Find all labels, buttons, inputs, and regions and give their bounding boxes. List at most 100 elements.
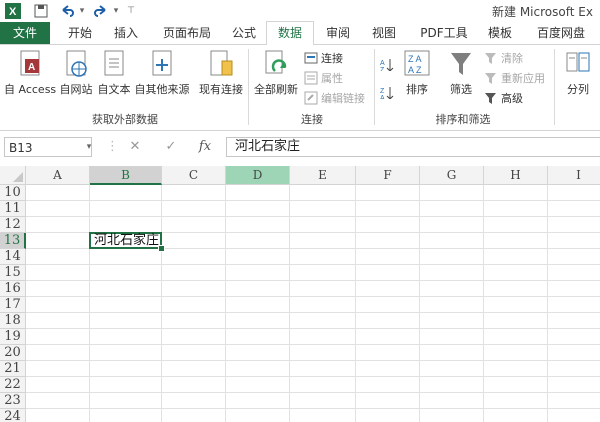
row-header-20[interactable]: 20 — [0, 345, 26, 361]
sort-ascending-button[interactable]: AZ — [380, 55, 397, 73]
row-header-18[interactable]: 18 — [0, 313, 26, 329]
save-icon[interactable] — [32, 3, 50, 19]
fill-handle[interactable] — [158, 245, 165, 252]
ribbon: A 自 Access 自网站 自文本 自其他来源 现有连接 获取外部数据 全部刷… — [0, 45, 600, 131]
group-separator — [554, 49, 555, 125]
row-header-16[interactable]: 16 — [0, 281, 26, 297]
row-header-13[interactable]: 13 — [0, 233, 26, 249]
column-header-i[interactable]: I — [548, 166, 600, 185]
gridline-horizontal — [26, 344, 600, 345]
row-header-12[interactable]: 12 — [0, 217, 26, 233]
properties-icon — [304, 71, 318, 85]
undo-dropdown-icon[interactable]: ▾ — [78, 3, 86, 19]
column-header-e[interactable]: E — [290, 166, 356, 185]
clear-filter-button[interactable]: 清除 — [484, 49, 523, 67]
column-header-f[interactable]: F — [356, 166, 420, 185]
web-icon — [63, 49, 89, 79]
svg-text:A: A — [380, 95, 385, 99]
svg-text:X: X — [9, 6, 17, 18]
gridline-horizontal — [26, 200, 600, 201]
tab-review[interactable]: 审阅 — [316, 22, 360, 44]
insert-function-icon[interactable]: fx — [194, 137, 216, 157]
sort-za-icon: ZA — [380, 87, 394, 99]
group-label-connections: 连接 — [301, 113, 323, 126]
edit-links-icon — [304, 91, 318, 105]
tab-home[interactable]: 开始 — [58, 22, 102, 44]
row-header-24[interactable]: 24 — [0, 409, 26, 422]
column-header-b[interactable]: B — [90, 166, 162, 185]
name-box[interactable]: B13 — [4, 137, 92, 157]
gridline-horizontal — [26, 408, 600, 409]
reapply-button[interactable]: 重新应用 — [484, 69, 545, 87]
text-to-columns-button[interactable]: 分列 — [558, 49, 598, 97]
gridline-horizontal — [26, 216, 600, 217]
group-separator — [248, 49, 249, 125]
row-header-14[interactable]: 14 — [0, 249, 26, 265]
redo-dropdown-icon[interactable]: ▾ — [112, 3, 120, 19]
refresh-icon — [263, 49, 289, 79]
clear-filter-icon — [485, 53, 496, 64]
active-cell[interactable]: 河北石家庄 — [89, 232, 162, 249]
text-to-columns-icon — [565, 49, 591, 79]
row-header-21[interactable]: 21 — [0, 361, 26, 377]
customize-qat-icon[interactable]: ⊤ — [126, 3, 136, 19]
reapply-icon — [485, 73, 496, 84]
tab-baidu-netdisk[interactable]: 百度网盘 — [526, 22, 596, 44]
tab-view[interactable]: 视图 — [362, 22, 406, 44]
undo-icon[interactable] — [58, 3, 76, 19]
column-header-d[interactable]: D — [226, 166, 290, 185]
from-web-button[interactable]: 自网站 — [58, 49, 94, 97]
gridline-horizontal — [26, 312, 600, 313]
gridline-horizontal — [26, 296, 600, 297]
tab-formulas[interactable]: 公式 — [222, 22, 266, 44]
select-all-corner[interactable] — [0, 166, 26, 185]
title-bar: X ▾ ▾ ⊤ 新建 Microsoft Ex — [0, 0, 600, 22]
confirm-entry-icon[interactable]: ✓ — [160, 137, 182, 157]
column-header-c[interactable]: C — [162, 166, 226, 185]
cancel-entry-icon[interactable]: ✕ — [124, 137, 146, 157]
edit-links-button[interactable]: 编辑链接 — [304, 89, 365, 107]
from-text-button[interactable]: 自文本 — [96, 49, 132, 97]
properties-button[interactable]: 属性 — [304, 69, 343, 87]
redo-icon[interactable] — [92, 3, 110, 19]
row-header-11[interactable]: 11 — [0, 201, 26, 217]
formula-bar: B13 ▾ ⋮ ✕ ✓ fx 河北石家庄 — [0, 134, 600, 160]
worksheet-grid[interactable]: ABCDEFGHI 10 11 12 13 14 15 16 17 18 19 20 21 22 23 24… — [0, 166, 600, 422]
gridline-vertical — [89, 185, 90, 422]
tab-insert[interactable]: 插入 — [104, 22, 148, 44]
ribbon-tabs: 文件 开始 插入 页面布局 公式 数据 审阅 视图 PDF工具 模板 百度网盘 — [0, 21, 600, 46]
sort-descending-button[interactable]: ZA — [380, 83, 397, 101]
tab-file[interactable]: 文件 — [0, 22, 50, 44]
tab-templates[interactable]: 模板 — [478, 22, 522, 44]
column-header-h[interactable]: H — [484, 166, 548, 185]
name-box-dropdown-icon[interactable]: ▾ — [84, 137, 94, 157]
connections-button[interactable]: 连接 — [304, 49, 343, 67]
row-header-10[interactable]: 10 — [0, 185, 26, 201]
tab-pdf-tools[interactable]: PDF工具 — [412, 22, 476, 44]
formula-input[interactable]: 河北石家庄 — [226, 137, 600, 157]
row-header-15[interactable]: 15 — [0, 265, 26, 281]
existing-connections-button[interactable]: 现有连接 — [198, 49, 244, 97]
filter-button[interactable]: 筛选 — [444, 49, 478, 97]
window-title: 新建 Microsoft Ex — [492, 5, 593, 19]
refresh-all-button[interactable]: 全部刷新 — [252, 49, 300, 97]
column-header-a[interactable]: A — [26, 166, 90, 185]
column-header-g[interactable]: G — [420, 166, 484, 185]
from-other-sources-button[interactable]: 自其他来源 — [134, 49, 190, 97]
text-file-icon — [101, 49, 127, 79]
row-header-23[interactable]: 23 — [0, 393, 26, 409]
tab-page-layout[interactable]: 页面布局 — [154, 22, 220, 44]
gridline-vertical — [161, 185, 162, 422]
from-access-button[interactable]: A 自 Access — [4, 49, 56, 97]
row-header-19[interactable]: 19 — [0, 329, 26, 345]
sort-button[interactable]: Z AA Z 排序 — [400, 49, 434, 97]
gridline-vertical — [547, 185, 548, 422]
gridline-horizontal — [26, 264, 600, 265]
advanced-filter-button[interactable]: 高级 — [484, 89, 523, 107]
gridline-horizontal — [26, 392, 600, 393]
tab-data[interactable]: 数据 — [266, 21, 314, 46]
connections-icon — [304, 52, 318, 64]
access-icon: A — [17, 49, 43, 79]
row-header-22[interactable]: 22 — [0, 377, 26, 393]
row-header-17[interactable]: 17 — [0, 297, 26, 313]
